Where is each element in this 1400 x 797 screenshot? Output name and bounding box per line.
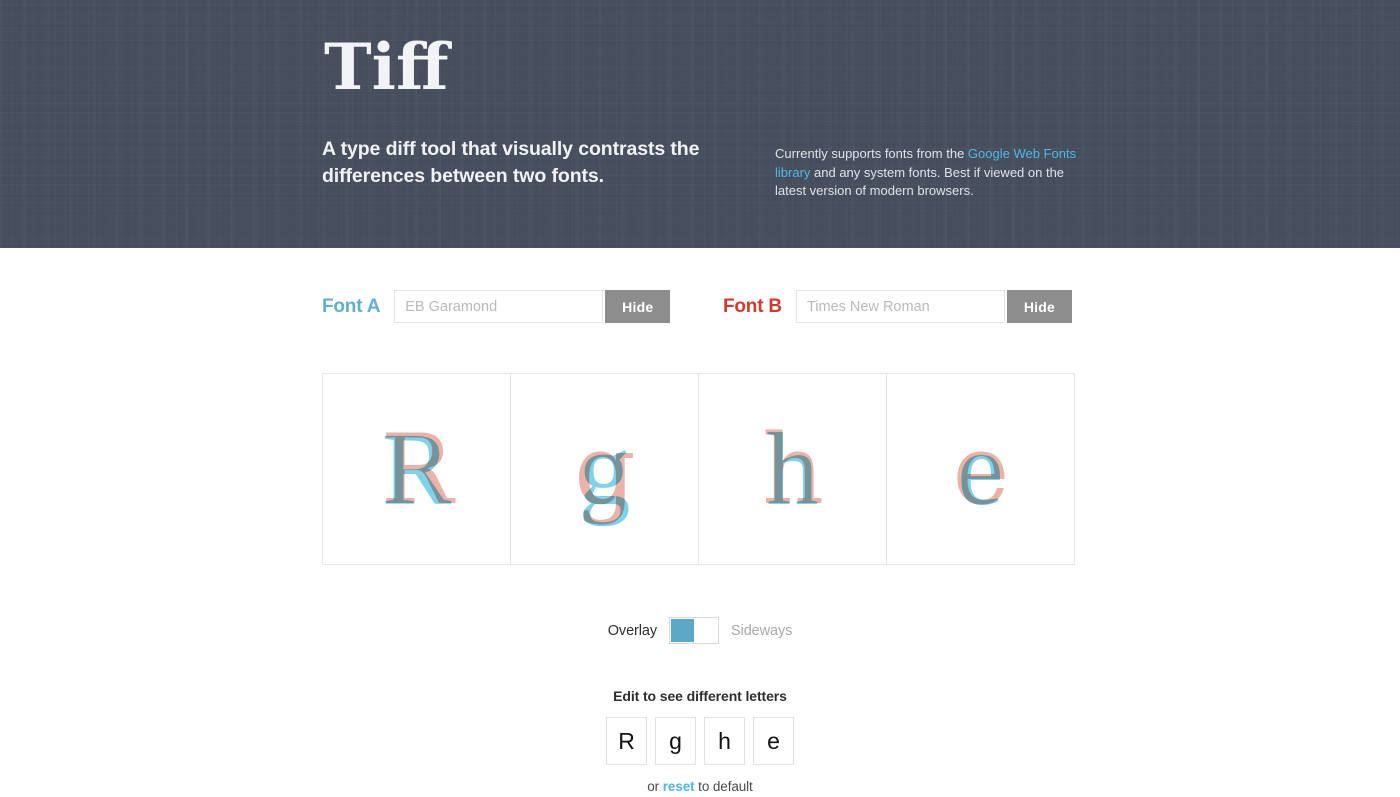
glyph-overlay-stack: g g: [511, 374, 698, 564]
letter-input-1[interactable]: [606, 717, 647, 765]
support-note-part1: Currently supports fonts from the: [775, 146, 968, 161]
letter-editor: Edit to see different letters or reset t…: [0, 688, 1400, 794]
main-content: Font A Hide Font B Hide R R g g h: [0, 290, 1400, 794]
reset-line: or reset to default: [0, 779, 1400, 794]
reset-prefix: or: [647, 779, 663, 794]
letter-input-row: [0, 717, 1400, 765]
page-header: Tiff A type diff tool that visually cont…: [0, 0, 1400, 248]
font-a-input[interactable]: [394, 290, 604, 323]
font-a-group: Font A Hide: [322, 290, 671, 323]
view-mode-toggle[interactable]: [669, 617, 719, 644]
toggle-knob: [671, 619, 694, 642]
letter-input-4[interactable]: [753, 717, 794, 765]
glyph-comparison-row: R R g g h h e e: [322, 373, 1078, 565]
font-b-group: Font B Hide: [723, 290, 1072, 323]
font-a-label: Font A: [322, 295, 381, 317]
font-selection-row: Font A Hide Font B Hide: [0, 290, 1400, 340]
letter-input-3[interactable]: [704, 717, 745, 765]
support-note-part2: and any system fonts. Best if viewed on …: [775, 164, 1065, 199]
glyph-overlay-stack: h h: [699, 374, 886, 564]
tagline: A type diff tool that visually contrasts…: [322, 138, 700, 187]
letter-input-2[interactable]: [655, 717, 696, 765]
font-b-label: Font B: [723, 295, 782, 317]
font-a-hide-button[interactable]: Hide: [605, 290, 671, 323]
view-mode-sideways-label[interactable]: Sideways: [731, 623, 792, 639]
support-note: Currently supports fonts from the Google…: [775, 145, 1081, 201]
font-b-input[interactable]: [795, 290, 1005, 323]
font-b-hide-button[interactable]: Hide: [1006, 290, 1072, 323]
app-title: Tiff: [324, 30, 449, 105]
glyph-overlay-stack: e e: [887, 374, 1074, 564]
glyph-box: e e: [886, 373, 1075, 565]
view-mode-row: Overlay Sideways: [0, 617, 1400, 644]
glyph-overlay-stack: R R: [323, 374, 510, 564]
reset-link[interactable]: reset: [663, 779, 695, 794]
glyph-font-b: h: [762, 414, 824, 526]
view-mode-overlay-label[interactable]: Overlay: [608, 623, 657, 639]
glyph-box: h h: [698, 373, 887, 565]
glyph-box: g g: [510, 373, 699, 565]
glyph-font-b: g: [574, 414, 635, 526]
toggle-track: [694, 619, 717, 642]
glyph-font-b: R: [380, 414, 453, 526]
letter-editor-title: Edit to see different letters: [613, 688, 787, 704]
reset-suffix: to default: [694, 779, 753, 794]
glyph-font-b: e: [952, 414, 1010, 526]
glyph-box: R R: [322, 373, 511, 565]
